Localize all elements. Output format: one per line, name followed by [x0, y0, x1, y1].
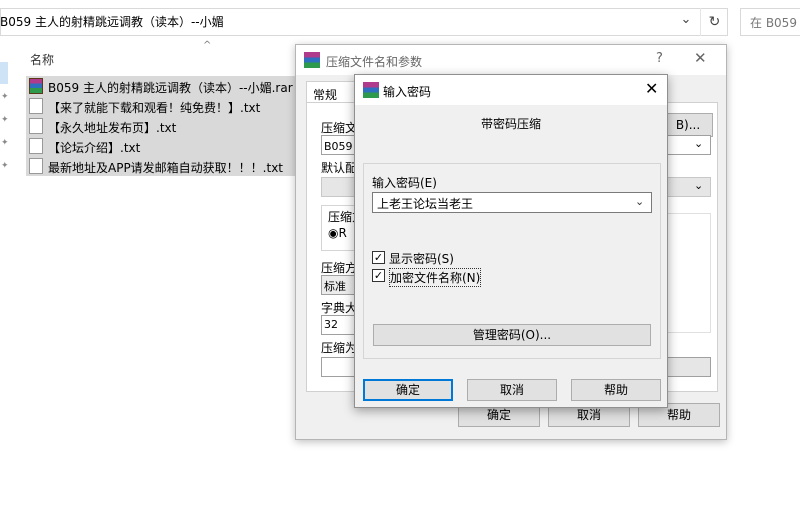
file-name: 最新地址及APP请发邮箱自动获取！！！.txt — [48, 161, 284, 175]
pin-icon[interactable]: ✦ — [1, 115, 11, 125]
file-name: 【来了就能下载和观看！纯免费！】.txt — [48, 101, 261, 115]
file-row[interactable]: 【永久地址发布页】.txt — [26, 116, 296, 136]
dictionary-value: 32 — [324, 318, 338, 331]
file-row[interactable]: B059 主人的射精跳远调教（读本）--小媚.rar — [26, 76, 296, 96]
check-icon: ✓ — [373, 251, 384, 264]
sort-arrow-icon: ^ — [203, 40, 212, 51]
nav-selection-highlight — [0, 62, 8, 84]
password-input[interactable]: 上老王论坛当老王 ⌄ — [372, 192, 652, 213]
navigation-pane — [0, 40, 14, 509]
method-label: 压缩方 — [321, 261, 358, 275]
ok-button[interactable]: 确定 — [363, 379, 453, 401]
password-group: 输入密码(E) 上老王论坛当老王 ⌄ ✓ 显示密码(S) ✓ 加密文件名称(N)… — [363, 163, 661, 359]
encrypt-names-checkbox[interactable]: ✓ 加密文件名称(N) — [372, 268, 572, 287]
radio-icon: ◉ — [328, 226, 339, 240]
browse-button[interactable]: B)... — [663, 113, 713, 137]
pin-icon[interactable]: ✦ — [1, 138, 11, 148]
search-placeholder: 在 B059 主 — [750, 16, 800, 30]
cancel-label: 取消 — [499, 383, 524, 397]
file-row[interactable]: 【来了就能下载和观看！纯免费！】.txt — [26, 96, 296, 116]
column-header-name[interactable]: 名称 — [30, 51, 54, 68]
winrar-icon — [304, 52, 320, 68]
chevron-down-icon[interactable]: ⌄ — [694, 137, 703, 150]
ok-label: 确定 — [486, 408, 511, 422]
refresh-icon[interactable]: ↻ — [700, 8, 728, 36]
dialog-title: 压缩文件名和参数 — [326, 55, 423, 69]
checkbox-label: 显示密码(S) — [389, 252, 454, 266]
split-label: 压缩为 — [321, 341, 358, 355]
text-file-icon — [29, 158, 43, 174]
dialog-titlebar: 压缩文件名和参数 ? ✕ — [296, 45, 726, 75]
rar-format-radio[interactable]: ◉R — [328, 226, 347, 240]
archive-name-label: 压缩文 — [321, 121, 358, 135]
rar-file-icon — [29, 78, 43, 94]
close-icon[interactable]: ✕ — [645, 79, 658, 98]
file-name: B059 主人的射精跳远调教（读本）--小媚.rar — [48, 81, 293, 95]
radio-label: R — [338, 226, 347, 240]
browse-label: B)... — [675, 118, 701, 132]
password-dialog: 输入密码 ✕ 带密码压缩 输入密码(E) 上老王论坛当老王 ⌄ ✓ 显示密码(S… — [354, 74, 668, 408]
password-value: 上老王论坛当老王 — [377, 197, 474, 211]
split-unit-select[interactable] — [661, 357, 711, 377]
dialog-heading: 带密码压缩 — [480, 117, 541, 131]
manage-label: 管理密码(O)... — [472, 328, 552, 342]
help-label: 帮助 — [666, 408, 691, 422]
pin-icon[interactable]: ✦ — [1, 92, 11, 102]
help-icon[interactable]: ? — [656, 51, 663, 66]
options-box — [661, 213, 711, 333]
manage-passwords-button[interactable]: 管理密码(O)... — [373, 324, 651, 346]
checkbox-label: 加密文件名称(N) — [389, 268, 482, 287]
file-row[interactable]: 【论坛介绍】.txt — [26, 136, 296, 156]
address-bar: B059 主人的射精跳远调教（读本）--小媚 ⌄ ↻ 在 B059 主 — [0, 0, 800, 40]
chevron-down-icon[interactable]: ⌄ — [678, 12, 694, 28]
pin-icon[interactable]: ✦ — [1, 161, 11, 171]
cancel-button[interactable]: 取消 — [467, 379, 557, 401]
password-label: 输入密码(E) — [372, 176, 437, 190]
dialog-titlebar: 输入密码 ✕ — [355, 75, 667, 105]
close-icon[interactable]: ✕ — [694, 49, 707, 67]
help-button[interactable]: 帮助 — [571, 379, 661, 401]
address-text: B059 主人的射精跳远调教（读本）--小媚 — [0, 15, 224, 29]
winrar-icon — [363, 82, 379, 98]
show-password-checkbox[interactable]: ✓ 显示密码(S) — [372, 250, 572, 266]
text-file-icon — [29, 138, 43, 154]
text-file-icon — [29, 118, 43, 134]
file-row[interactable]: 最新地址及APP请发邮箱自动获取！！！.txt — [26, 156, 296, 176]
cancel-label: 取消 — [576, 408, 601, 422]
tab-label: 常规 — [313, 88, 338, 102]
method-value: 标准 — [324, 280, 346, 293]
file-name: 【永久地址发布页】.txt — [48, 121, 177, 135]
chevron-down-icon[interactable]: ⌄ — [635, 195, 644, 208]
tab-general[interactable]: 常规 — [306, 81, 358, 103]
checkbox-box: ✓ — [372, 251, 385, 264]
check-icon: ✓ — [373, 269, 384, 282]
chevron-down-icon[interactable]: ⌄ — [694, 179, 703, 192]
help-label: 帮助 — [603, 383, 628, 397]
default-profile-label: 默认配 — [321, 161, 358, 175]
text-file-icon — [29, 98, 43, 114]
dictionary-label: 字典大 — [321, 301, 358, 315]
ok-label: 确定 — [395, 383, 420, 397]
file-name: 【论坛介绍】.txt — [48, 141, 141, 155]
dialog-title: 输入密码 — [383, 85, 432, 99]
checkbox-box: ✓ — [372, 269, 385, 282]
